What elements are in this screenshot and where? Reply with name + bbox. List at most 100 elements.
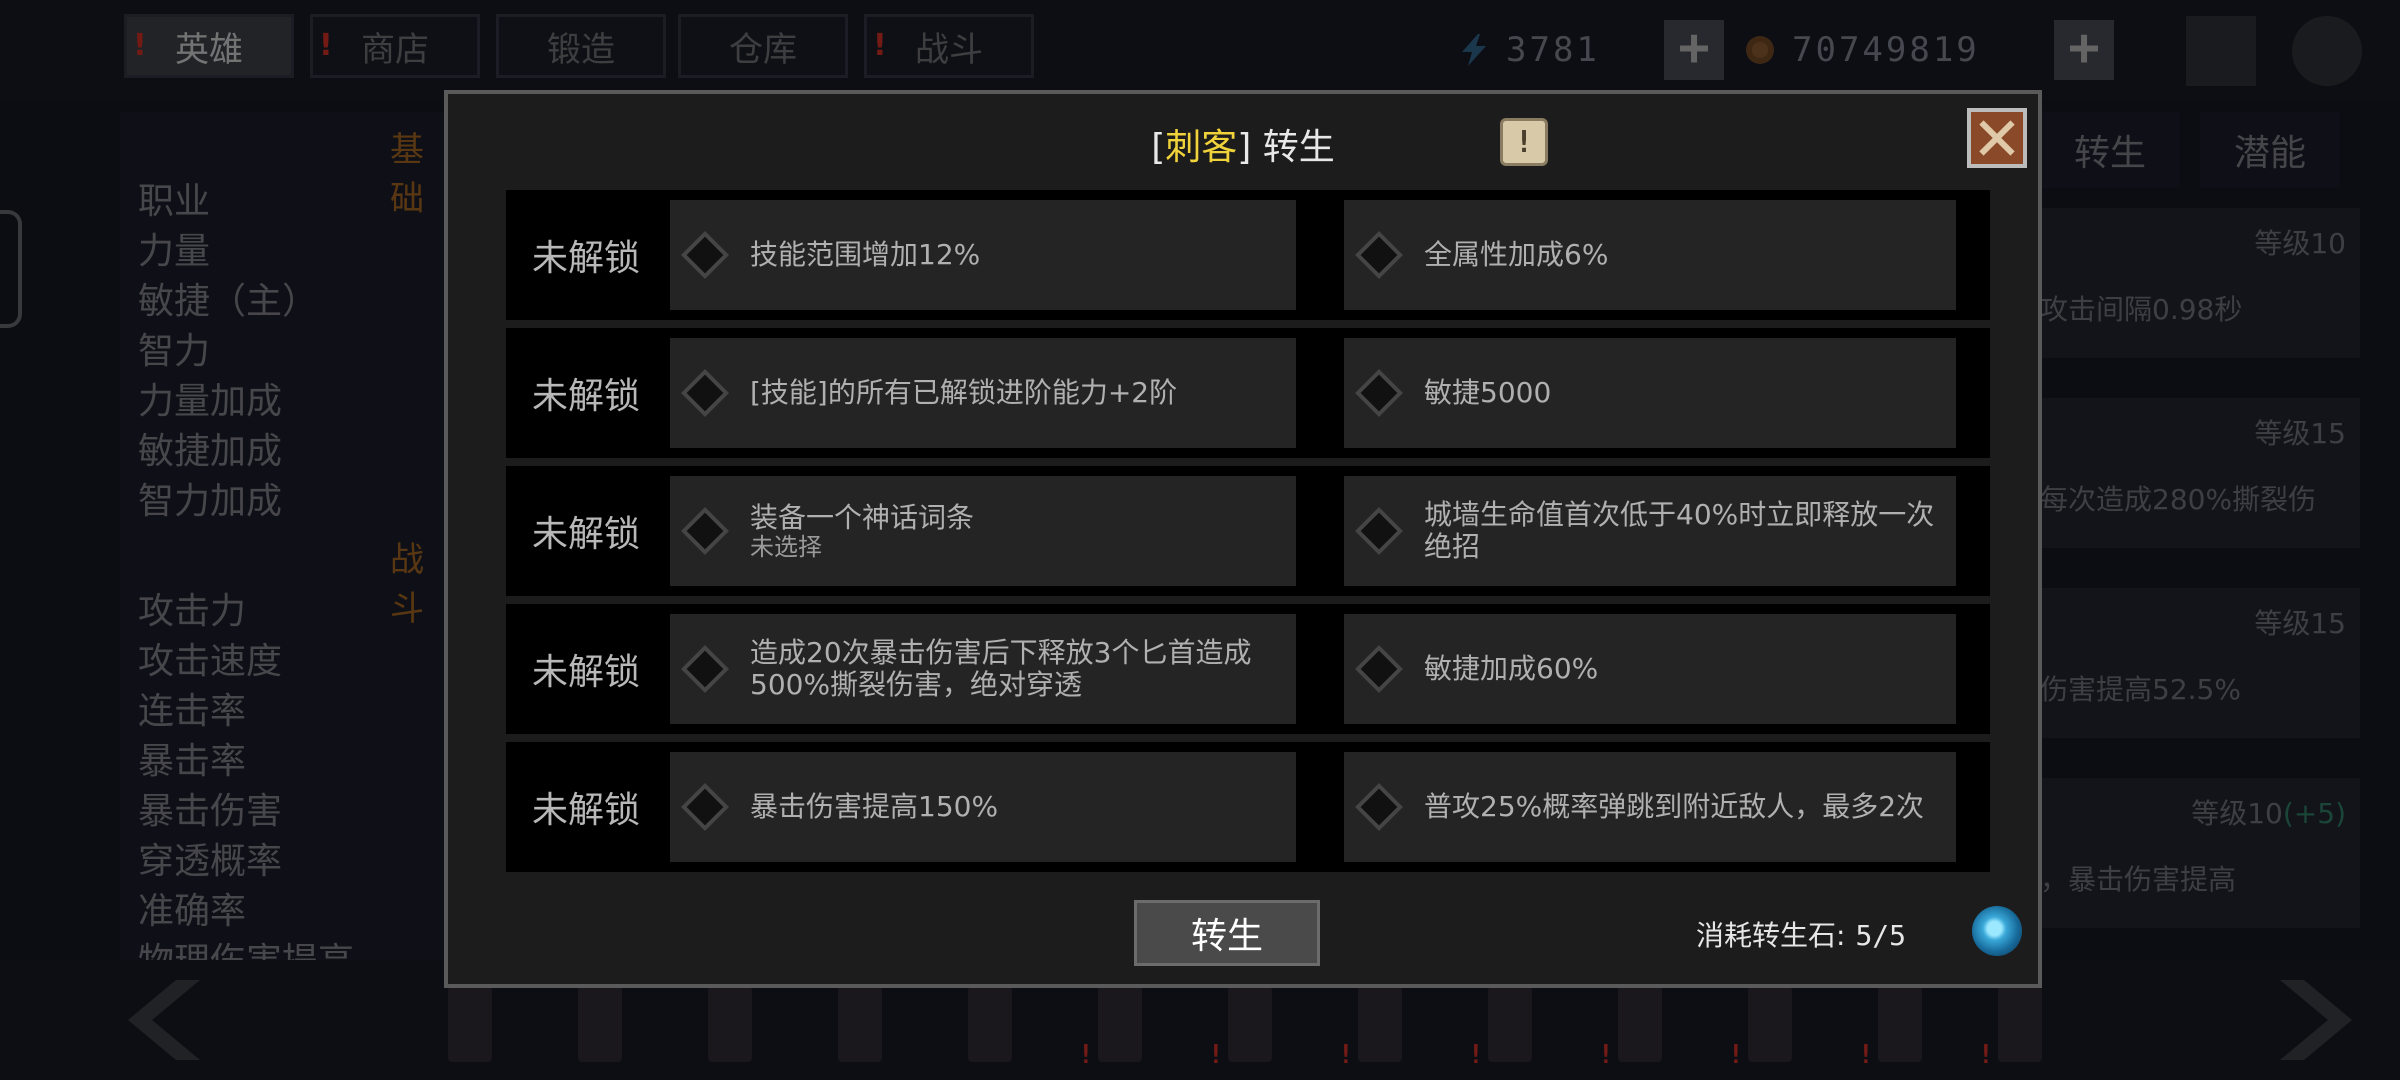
skills-panel: 转生 潜能 等级10 攻击间隔0.98秒 等级15 每次造成280%撕裂伤 等级… xyxy=(2040,112,2360,962)
rebirth-cost: 消耗转生石: 5/5 xyxy=(1696,919,1907,952)
tab-rebirth[interactable]: 转生 xyxy=(2040,112,2180,188)
hero-figure xyxy=(448,978,492,1062)
alert-icon: ! xyxy=(1978,1040,1994,1070)
stats-panel: 基础 职业 力量 敏捷（主） 智力 力量加成 敏捷加成 智力加成 战斗 攻击力 … xyxy=(120,112,450,962)
class-name: 刺客 xyxy=(1165,127,1238,168)
alert-icon: ! xyxy=(1728,1040,1744,1070)
diamond-icon xyxy=(1354,230,1404,280)
option-cell[interactable]: 技能范围增加12% xyxy=(670,200,1296,310)
hero-figure xyxy=(1878,978,1922,1062)
alert-icon: ! xyxy=(1468,1040,1484,1070)
hero-figure xyxy=(838,978,882,1062)
tab-potential[interactable]: 潜能 xyxy=(2200,112,2340,188)
row-status: 未解锁 xyxy=(531,790,640,831)
skill-card[interactable]: 等级10(+5) ，暴击伤害提高 xyxy=(2040,778,2360,928)
option-cell[interactable]: 城墙生命值首次低于40%时立即释放一次绝招 xyxy=(1344,476,1956,586)
diamond-icon xyxy=(680,644,730,694)
row-status: 未解锁 xyxy=(531,238,640,279)
hero-figure xyxy=(1748,978,1792,1062)
stat-label: 暴击率 xyxy=(138,741,247,782)
rebirth-dialog: [刺客] 转生 ! 未解锁 技能范围增加12% 全属性加成6% 未解锁 [技能]… xyxy=(444,90,2042,988)
hero-figure xyxy=(1618,978,1662,1062)
stat-label: 职业 xyxy=(138,181,211,222)
hero-figure xyxy=(1488,978,1532,1062)
side-handle[interactable] xyxy=(0,210,22,328)
option-cell[interactable]: 敏捷加成60% xyxy=(1344,614,1956,724)
hero-figure xyxy=(968,978,1012,1062)
hero-figure xyxy=(1228,978,1272,1062)
row-status: 未解锁 xyxy=(531,376,640,417)
diamond-icon xyxy=(1354,368,1404,418)
alert-icon: ! xyxy=(1598,1040,1614,1070)
skill-card[interactable]: 等级10 攻击间隔0.98秒 xyxy=(2040,208,2360,358)
energy-counter: 3781 xyxy=(1456,22,1600,78)
option-cell[interactable]: [技能]的所有已解锁进阶能力+2阶 xyxy=(670,338,1296,448)
hero-figure xyxy=(1098,978,1142,1062)
hero-figure xyxy=(708,978,752,1062)
stat-label: 穿透概率 xyxy=(138,841,283,882)
stat-label: 准确率 xyxy=(138,891,247,932)
diamond-icon xyxy=(1354,506,1404,556)
diamond-icon xyxy=(680,782,730,832)
stat-label: 敏捷（主） xyxy=(138,281,319,322)
stat-label: 力量加成 xyxy=(138,381,283,422)
add-coins-button[interactable]: + xyxy=(2054,20,2114,80)
diamond-icon xyxy=(680,368,730,418)
alert-icon: ! xyxy=(1078,1040,1094,1070)
alert-icon: ! xyxy=(1858,1040,1874,1070)
stat-label: 攻击力 xyxy=(138,591,247,632)
coin-counter: 70749819 xyxy=(1742,22,1980,78)
tab-warehouse[interactable]: 仓库 xyxy=(678,14,848,78)
stat-label: 力量 xyxy=(138,231,211,272)
option-cell[interactable]: 暴击伤害提高150% xyxy=(670,752,1296,862)
rebirth-button[interactable]: 转生 xyxy=(1134,900,1320,966)
rebirth-row: 未解锁 [技能]的所有已解锁进阶能力+2阶 敏捷5000 xyxy=(506,328,1990,458)
rebirth-row: 未解锁 暴击伤害提高150% 普攻25%概率弹跳到附近敌人，最多2次 xyxy=(506,742,1990,872)
diamond-icon xyxy=(1354,782,1404,832)
stat-label: 敏捷加成 xyxy=(138,431,283,472)
hero-figure xyxy=(578,978,622,1062)
stat-label: 智力加成 xyxy=(138,481,283,522)
stat-label: 物理伤害提高 xyxy=(138,941,355,962)
rebirth-row: 未解锁 技能范围增加12% 全属性加成6% xyxy=(506,190,1990,320)
lightning-icon xyxy=(1462,34,1486,66)
rebirth-stone-icon xyxy=(1972,906,2022,956)
hero-figure xyxy=(1358,978,1402,1062)
dialog-title: [刺客] 转生 xyxy=(1151,127,1335,168)
stat-label: 暴击伤害 xyxy=(138,791,283,832)
option-cell[interactable]: 造成20次暴击伤害后下释放3个匕首造成500%撕裂伤害，绝对穿透 xyxy=(670,614,1296,724)
diamond-icon xyxy=(680,230,730,280)
option-cell[interactable]: 敏捷5000 xyxy=(1344,338,1956,448)
section-combat-header: 战斗 xyxy=(390,540,424,629)
alert-icon: ! xyxy=(319,28,333,63)
option-cell[interactable]: 全属性加成6% xyxy=(1344,200,1956,310)
gamepad-icon[interactable] xyxy=(2186,16,2256,86)
add-energy-button[interactable]: + xyxy=(1664,20,1724,80)
alert-icon: ! xyxy=(873,28,887,63)
tab-hero[interactable]: ! 英雄 xyxy=(124,14,294,78)
option-cell[interactable]: 普攻25%概率弹跳到附近敌人，最多2次 xyxy=(1344,752,1956,862)
close-icon[interactable] xyxy=(1967,108,2027,168)
skill-card[interactable]: 等级15 伤害提高52.5% xyxy=(2040,588,2360,738)
section-basic-header: 基础 xyxy=(390,130,424,219)
alert-icon: ! xyxy=(133,28,147,63)
alert-icon: ! xyxy=(1208,1040,1224,1070)
gear-icon[interactable] xyxy=(2292,16,2362,86)
diamond-icon xyxy=(680,506,730,556)
stat-label: 连击率 xyxy=(138,691,247,732)
row-status: 未解锁 xyxy=(531,514,640,555)
row-status: 未解锁 xyxy=(531,652,640,693)
tab-shop[interactable]: ! 商店 xyxy=(310,14,480,78)
rebirth-row: 未解锁 装备一个神话词条 未选择 城墙生命值首次低于40%时立即释放一次绝招 xyxy=(506,466,1990,596)
option-cell[interactable]: 装备一个神话词条 未选择 xyxy=(670,476,1296,586)
stat-label: 智力 xyxy=(138,331,211,372)
alert-icon: ! xyxy=(1338,1040,1354,1070)
top-bar: ! 英雄 ! 商店 锻造 仓库 ! 战斗 3781 + 70749819 + xyxy=(0,0,2400,100)
tab-forge[interactable]: 锻造 xyxy=(496,14,666,78)
diamond-icon xyxy=(1354,644,1404,694)
coin-icon xyxy=(1746,36,1774,64)
tab-battle[interactable]: ! 战斗 xyxy=(864,14,1034,78)
skill-card[interactable]: 等级15 每次造成280%撕裂伤 xyxy=(2040,398,2360,548)
info-icon[interactable]: ! xyxy=(1500,118,1548,166)
hero-figure xyxy=(1998,978,2042,1062)
